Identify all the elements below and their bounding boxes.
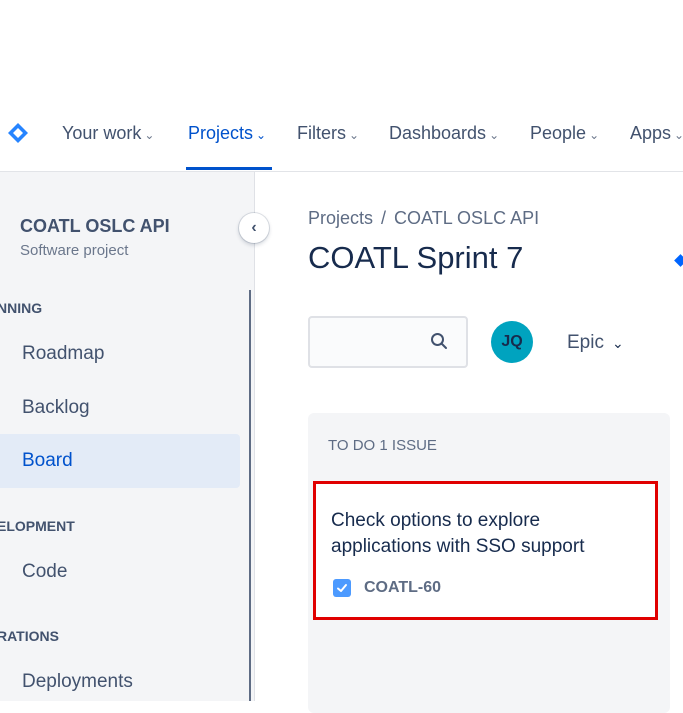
sidebar-item-deployments[interactable]: Deployments bbox=[0, 655, 240, 701]
chevron-down-icon: ⌄ bbox=[589, 128, 600, 142]
active-nav-indicator bbox=[186, 167, 272, 170]
column-header: TO DO 1 ISSUE bbox=[328, 437, 437, 454]
section-planning: NNING bbox=[0, 300, 43, 316]
project-name[interactable]: COATL OSLC API bbox=[20, 216, 170, 237]
sidebar-item-code[interactable]: Code bbox=[0, 545, 240, 599]
chevron-down-icon: ⌄ bbox=[144, 128, 155, 142]
issue-card[interactable]: Check options to explore applications wi… bbox=[313, 481, 658, 620]
epic-filter-label: Epic bbox=[567, 332, 604, 353]
chevron-down-icon: ⌄ bbox=[674, 128, 683, 142]
sidebar-item-roadmap[interactable]: Roadmap bbox=[0, 327, 240, 381]
breadcrumb-projects[interactable]: Projects bbox=[308, 208, 373, 228]
chevron-down-icon: ⌄ bbox=[349, 128, 360, 142]
sidebar-item-board[interactable]: Board bbox=[0, 434, 240, 488]
issue-key[interactable]: COATL-60 bbox=[364, 579, 441, 597]
chevron-down-icon: ⌄ bbox=[256, 128, 267, 142]
section-operations: RATIONS bbox=[0, 628, 59, 644]
nav-projects[interactable]: Projects ⌄ bbox=[188, 123, 266, 144]
search-icon bbox=[431, 333, 447, 349]
breadcrumb: Projects / COATL OSLC API bbox=[308, 208, 539, 229]
project-sidebar: COATL OSLC API Software project NNING Ro… bbox=[0, 172, 255, 701]
board-search-input[interactable] bbox=[308, 316, 468, 368]
nav-your-work[interactable]: Your work ⌄ bbox=[62, 123, 154, 144]
epic-filter-dropdown[interactable]: Epic ⌄ bbox=[567, 332, 624, 354]
jira-logo-icon[interactable] bbox=[8, 123, 28, 143]
breadcrumb-project[interactable]: COATL OSLC API bbox=[394, 208, 539, 228]
sidebar-item-backlog[interactable]: Backlog bbox=[0, 381, 240, 435]
task-type-icon bbox=[333, 579, 351, 597]
chevron-down-icon: ⌄ bbox=[611, 335, 624, 351]
collapse-sidebar-button[interactable]: ‹ bbox=[239, 213, 269, 243]
section-development: ELOPMENT bbox=[0, 518, 75, 534]
checkmark-icon bbox=[337, 584, 347, 592]
page-title: COATL Sprint 7 bbox=[308, 240, 524, 275]
issue-summary: Check options to explore applications wi… bbox=[331, 510, 585, 557]
sidebar-resize-handle[interactable] bbox=[249, 290, 251, 701]
nav-apps[interactable]: Apps ⌄ bbox=[630, 123, 683, 144]
top-navigation: Your work ⌄ Projects ⌄ Filters ⌄ Dashboards… bbox=[0, 95, 683, 172]
nav-people[interactable]: People ⌄ bbox=[530, 123, 599, 144]
nav-filters[interactable]: Filters ⌄ bbox=[297, 123, 359, 144]
board-settings-icon[interactable] bbox=[674, 254, 683, 267]
breadcrumb-separator: / bbox=[381, 208, 387, 228]
chevron-down-icon: ⌄ bbox=[489, 128, 500, 142]
avatar[interactable]: JQ bbox=[491, 321, 533, 363]
project-type: Software project bbox=[20, 242, 129, 259]
chevron-left-icon: ‹ bbox=[251, 219, 257, 236]
nav-dashboards[interactable]: Dashboards ⌄ bbox=[389, 123, 499, 144]
